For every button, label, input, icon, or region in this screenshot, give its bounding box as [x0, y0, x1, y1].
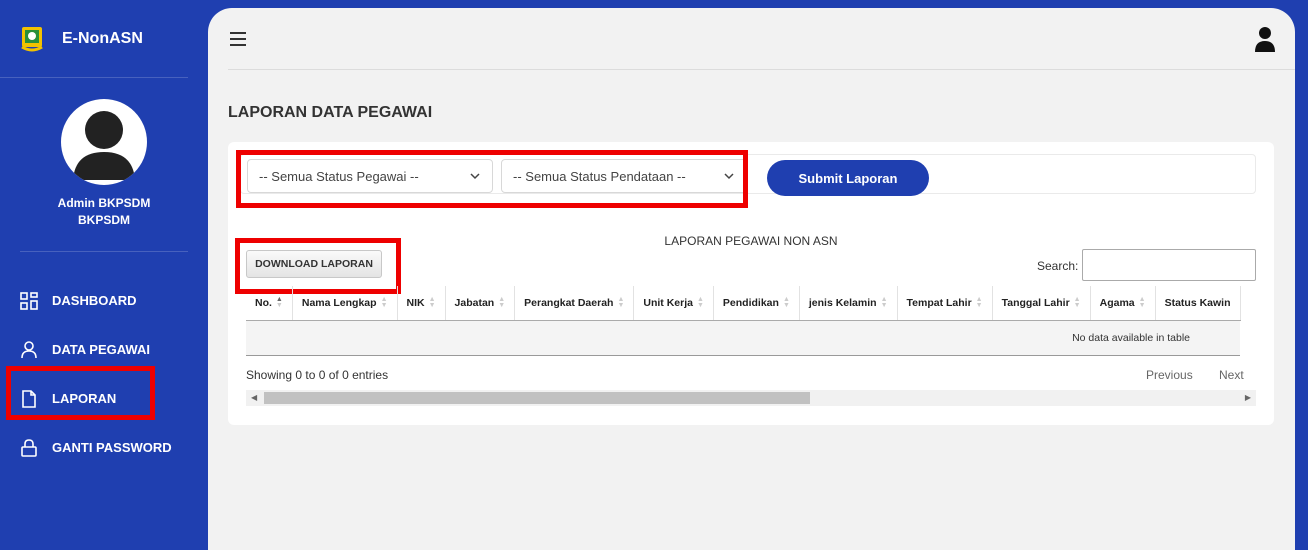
column-header[interactable]: Jabatan ▲ ▼	[445, 286, 516, 321]
column-header[interactable]: Nama Lengkap ▲ ▼	[292, 286, 398, 321]
column-header[interactable]: Pendidikan ▲ ▼	[713, 286, 800, 321]
table-row: No data available in table	[246, 320, 1240, 356]
avatar	[61, 99, 147, 185]
brand-name: E-NonASN	[62, 29, 143, 47]
profile-name: Admin BKPSDM	[57, 196, 151, 210]
column-header[interactable]: No. ▲ ▼	[246, 286, 293, 321]
empty-message: No data available in table	[246, 320, 1240, 356]
column-header-label: Tempat Lahir	[906, 296, 972, 309]
profile: Admin BKPSDM BKPSDM	[20, 78, 188, 252]
column-header[interactable]: NIK ▲ ▼	[397, 286, 446, 321]
table-header-row: No. ▲ ▼ Nama Lengkap ▲ ▼ NIK ▲ ▼ Jabatan ▲ ▼ Perangk…	[246, 286, 1241, 321]
report-card: -- Semua Status Pegawai -- -- Semua Stat…	[228, 142, 1274, 425]
sort-icon: ▲ ▼	[696, 295, 704, 309]
sidebar-item-label: GANTI PASSWORD	[52, 440, 172, 455]
column-header[interactable]: Agama ▲ ▼	[1090, 286, 1156, 321]
scroll-right-icon[interactable]: ▶	[1245, 393, 1251, 402]
previous-button[interactable]: Previous	[1146, 368, 1193, 382]
user-icon	[21, 340, 37, 358]
column-header[interactable]: Tempat Lahir ▲ ▼	[897, 286, 993, 321]
highlight-laporan	[6, 366, 155, 420]
column-header-label: Jabatan	[454, 296, 495, 309]
sort-icon: ▲ ▼	[275, 295, 283, 309]
sort-icon: ▲ ▼	[880, 295, 888, 309]
horizontal-scrollbar[interactable]: ◀ ▶	[246, 390, 1256, 406]
sort-icon: ▲ ▼	[782, 295, 790, 309]
topbar	[228, 8, 1295, 70]
column-header-label: Unit Kerja	[643, 296, 693, 309]
column-header-label: NIK	[406, 296, 425, 309]
sort-icon: ▲ ▼	[1073, 295, 1081, 309]
column-header-label: Status Kawin	[1164, 296, 1231, 309]
column-header-label: Pendidikan	[722, 296, 779, 309]
column-header-label: Agama	[1099, 296, 1135, 309]
column-header-label: jenis Kelamin	[808, 296, 877, 309]
sort-icon: ▲ ▼	[498, 295, 506, 309]
column-header-label: No.	[255, 296, 272, 309]
column-header[interactable]: Tanggal Lahir ▲ ▼	[992, 286, 1091, 321]
scroll-thumb[interactable]	[264, 392, 810, 404]
user-menu-icon[interactable]	[1255, 26, 1275, 52]
column-header-label: Perangkat Daerah	[524, 296, 614, 309]
search-input[interactable]	[1082, 249, 1256, 281]
column-header[interactable]: jenis Kelamin ▲ ▼	[799, 286, 898, 321]
profile-unit: BKPSDM	[77, 213, 130, 227]
main-panel: LAPORAN DATA PEGAWAI -- Semua Status Peg…	[208, 8, 1295, 550]
emblem-icon	[21, 26, 43, 51]
submit-laporan-button[interactable]: Submit Laporan	[767, 160, 929, 196]
lock-icon	[21, 438, 37, 457]
sort-icon: ▲ ▼	[617, 295, 625, 309]
brand[interactable]: E-NonASN	[0, 0, 188, 78]
sidebar-item-label: DATA PEGAWAI	[52, 342, 150, 357]
page-title: LAPORAN DATA PEGAWAI	[228, 104, 433, 121]
search-label: Search:	[1037, 259, 1079, 273]
sidebar-item-dashboard[interactable]: DASHBOARD	[0, 276, 208, 325]
sort-icon: ▲ ▼	[1138, 295, 1146, 309]
grid-icon	[20, 291, 38, 310]
sort-icon: ▲ ▼	[975, 295, 983, 309]
column-header[interactable]: Status Kawin	[1155, 286, 1241, 321]
sort-icon: ▲ ▼	[428, 295, 436, 309]
column-header[interactable]: Perangkat Daerah ▲ ▼	[514, 286, 635, 321]
scroll-left-icon[interactable]: ◀	[251, 393, 257, 402]
sidebar: E-NonASN Admin BKPSDM BKPSDM DASHBOARD D…	[0, 0, 208, 550]
user-avatar-icon	[73, 111, 135, 180]
column-header[interactable]: Unit Kerja ▲ ▼	[633, 286, 714, 321]
next-button[interactable]: Next	[1219, 368, 1244, 382]
column-header-label: Tanggal Lahir	[1001, 296, 1070, 309]
hamburger-menu-icon[interactable]	[230, 31, 246, 46]
column-header-label: Nama Lengkap	[301, 296, 377, 309]
data-table: No. ▲ ▼ Nama Lengkap ▲ ▼ NIK ▲ ▼ Jabatan ▲ ▼ Perangk…	[246, 286, 1256, 356]
highlight-filters	[236, 150, 748, 208]
sidebar-item-label: DASHBOARD	[52, 293, 137, 308]
table-info: Showing 0 to 0 of 0 entries	[246, 368, 389, 382]
sort-icon: ▲ ▼	[380, 295, 388, 309]
sidebar-item-ganti-password[interactable]: GANTI PASSWORD	[0, 423, 208, 472]
